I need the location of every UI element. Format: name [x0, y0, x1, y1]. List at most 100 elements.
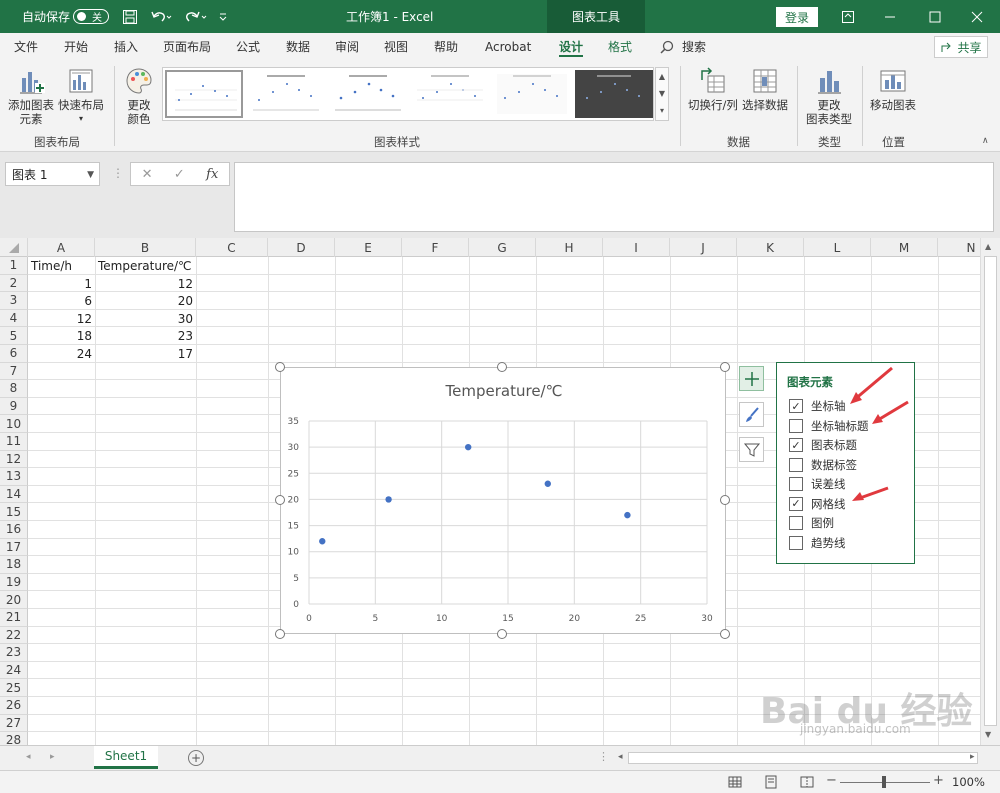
- tab-design[interactable]: 设计: [559, 33, 584, 60]
- split-handle-icon[interactable]: ⋮: [598, 750, 609, 763]
- row-header[interactable]: 26: [0, 697, 28, 715]
- prev-sheet-icon[interactable]: ◂: [26, 752, 31, 762]
- column-header[interactable]: C: [196, 238, 268, 257]
- resize-handle[interactable]: [720, 362, 730, 372]
- cell-a4[interactable]: 12: [28, 310, 95, 327]
- normal-view-icon[interactable]: [728, 775, 742, 792]
- tab-view[interactable]: 视图: [384, 33, 408, 60]
- panel-item[interactable]: 图例: [789, 515, 834, 531]
- column-header[interactable]: A: [28, 238, 95, 257]
- unchecked-checkbox[interactable]: [789, 535, 803, 550]
- row-header[interactable]: 21: [0, 609, 28, 627]
- unchecked-checkbox[interactable]: [789, 418, 803, 433]
- gallery-scroll[interactable]: ▲ ▼ ▾: [655, 67, 669, 121]
- cell-b1[interactable]: Temperature/℃: [95, 257, 196, 274]
- chart-style-2[interactable]: [247, 70, 325, 118]
- chart-style-1[interactable]: [165, 70, 243, 118]
- row-header[interactable]: 23: [0, 644, 28, 662]
- chevron-down-icon[interactable]: ▼: [87, 170, 94, 180]
- chart-style-5[interactable]: [493, 70, 571, 118]
- resize-handle[interactable]: [497, 629, 507, 639]
- select-all-corner[interactable]: [0, 238, 28, 257]
- tab-data[interactable]: 数据: [286, 33, 310, 60]
- column-header[interactable]: B: [95, 238, 196, 257]
- enter-icon[interactable]: ✓: [174, 167, 185, 182]
- row-header[interactable]: 28: [0, 732, 28, 745]
- row-header[interactable]: 24: [0, 661, 28, 680]
- checked-checkbox[interactable]: ✓: [789, 399, 803, 413]
- vertical-scrollbar[interactable]: ▲ ▼: [980, 238, 1000, 745]
- tab-formulas[interactable]: 公式: [236, 33, 260, 60]
- login-button[interactable]: 登录: [776, 7, 818, 27]
- column-header[interactable]: G: [469, 238, 536, 257]
- chart-style-4[interactable]: [411, 70, 489, 118]
- ribbon-display-icon[interactable]: [828, 0, 868, 33]
- column-header[interactable]: L: [804, 238, 871, 257]
- scroll-right-icon[interactable]: ▸: [970, 752, 975, 762]
- column-header[interactable]: F: [402, 238, 469, 257]
- resize-handle[interactable]: [720, 629, 730, 639]
- row-header[interactable]: 18: [0, 556, 28, 574]
- undo-icon[interactable]: [150, 0, 172, 33]
- cell-a3[interactable]: 6: [28, 292, 95, 309]
- scroll-left-icon[interactable]: ◂: [618, 752, 623, 762]
- row-header[interactable]: 17: [0, 538, 28, 557]
- switch-row-column-button[interactable]: 切换行/列: [688, 66, 738, 112]
- row-header[interactable]: 13: [0, 468, 28, 486]
- row-header[interactable]: 4: [0, 309, 28, 328]
- row-header[interactable]: 5: [0, 327, 28, 345]
- row-header[interactable]: 22: [0, 626, 28, 645]
- scroll-down-icon[interactable]: ▼: [656, 85, 668, 102]
- cell-a2[interactable]: 1: [28, 275, 95, 292]
- row-header[interactable]: 20: [0, 591, 28, 609]
- cell-b3[interactable]: 20: [95, 292, 196, 309]
- column-header[interactable]: J: [670, 238, 737, 257]
- row-header[interactable]: 11: [0, 433, 28, 451]
- row-header[interactable]: 9: [0, 397, 28, 416]
- gallery-more-icon[interactable]: ▾: [656, 102, 668, 119]
- row-header[interactable]: 3: [0, 292, 28, 310]
- chart-filters-button[interactable]: [739, 437, 764, 462]
- cell-a1[interactable]: Time/h: [28, 257, 95, 274]
- cell-a5[interactable]: 18: [28, 327, 95, 344]
- search-label[interactable]: 搜索: [682, 33, 706, 60]
- resize-handle[interactable]: [275, 629, 285, 639]
- chart-styles-button[interactable]: [739, 402, 764, 427]
- row-header[interactable]: 16: [0, 521, 28, 539]
- column-header[interactable]: N: [938, 238, 980, 257]
- cell-a6[interactable]: 24: [28, 345, 95, 362]
- formula-input[interactable]: [234, 162, 994, 232]
- page-layout-view-icon[interactable]: [764, 775, 778, 792]
- share-button[interactable]: 共享: [934, 36, 988, 58]
- unchecked-checkbox[interactable]: [789, 516, 803, 530]
- cell-b6[interactable]: 17: [95, 345, 196, 362]
- column-header[interactable]: M: [871, 238, 938, 257]
- tab-help[interactable]: 帮助: [434, 33, 458, 60]
- resize-handle[interactable]: [720, 495, 730, 505]
- quick-layout-button[interactable]: 快速布局 ▾: [58, 66, 104, 126]
- select-data-button[interactable]: 选择数据: [742, 66, 788, 112]
- scroll-down-icon[interactable]: ▼: [985, 730, 991, 739]
- checked-checkbox[interactable]: ✓: [789, 496, 803, 511]
- scatter-chart[interactable]: Temperature/℃ 0 5 10 15 20 25 30 35 0 5 10 15 20 25 30: [280, 367, 726, 634]
- column-header[interactable]: K: [737, 238, 804, 257]
- customize-qat-icon[interactable]: [218, 0, 228, 33]
- panel-item[interactable]: 趋势线: [789, 535, 846, 551]
- tab-page-layout[interactable]: 页面布局: [163, 33, 211, 60]
- chart-style-3[interactable]: [329, 70, 407, 118]
- cell-b2[interactable]: 12: [95, 275, 196, 292]
- add-chart-element-button[interactable]: 添加图表 元素: [8, 66, 54, 126]
- tab-format[interactable]: 格式: [608, 33, 632, 60]
- zoom-level[interactable]: 100%: [952, 775, 985, 789]
- column-header[interactable]: E: [335, 238, 402, 257]
- column-header[interactable]: D: [268, 238, 335, 257]
- row-header[interactable]: 12: [0, 450, 28, 469]
- row-header[interactable]: 25: [0, 679, 28, 697]
- page-break-view-icon[interactable]: [800, 775, 814, 792]
- name-box[interactable]: 图表 1 ▼: [5, 162, 100, 186]
- tab-file[interactable]: 文件: [14, 33, 38, 60]
- scroll-thumb[interactable]: [984, 256, 997, 726]
- unchecked-checkbox[interactable]: [789, 457, 803, 472]
- tab-review[interactable]: 审阅: [335, 33, 359, 60]
- move-chart-button[interactable]: 移动图表: [870, 66, 916, 112]
